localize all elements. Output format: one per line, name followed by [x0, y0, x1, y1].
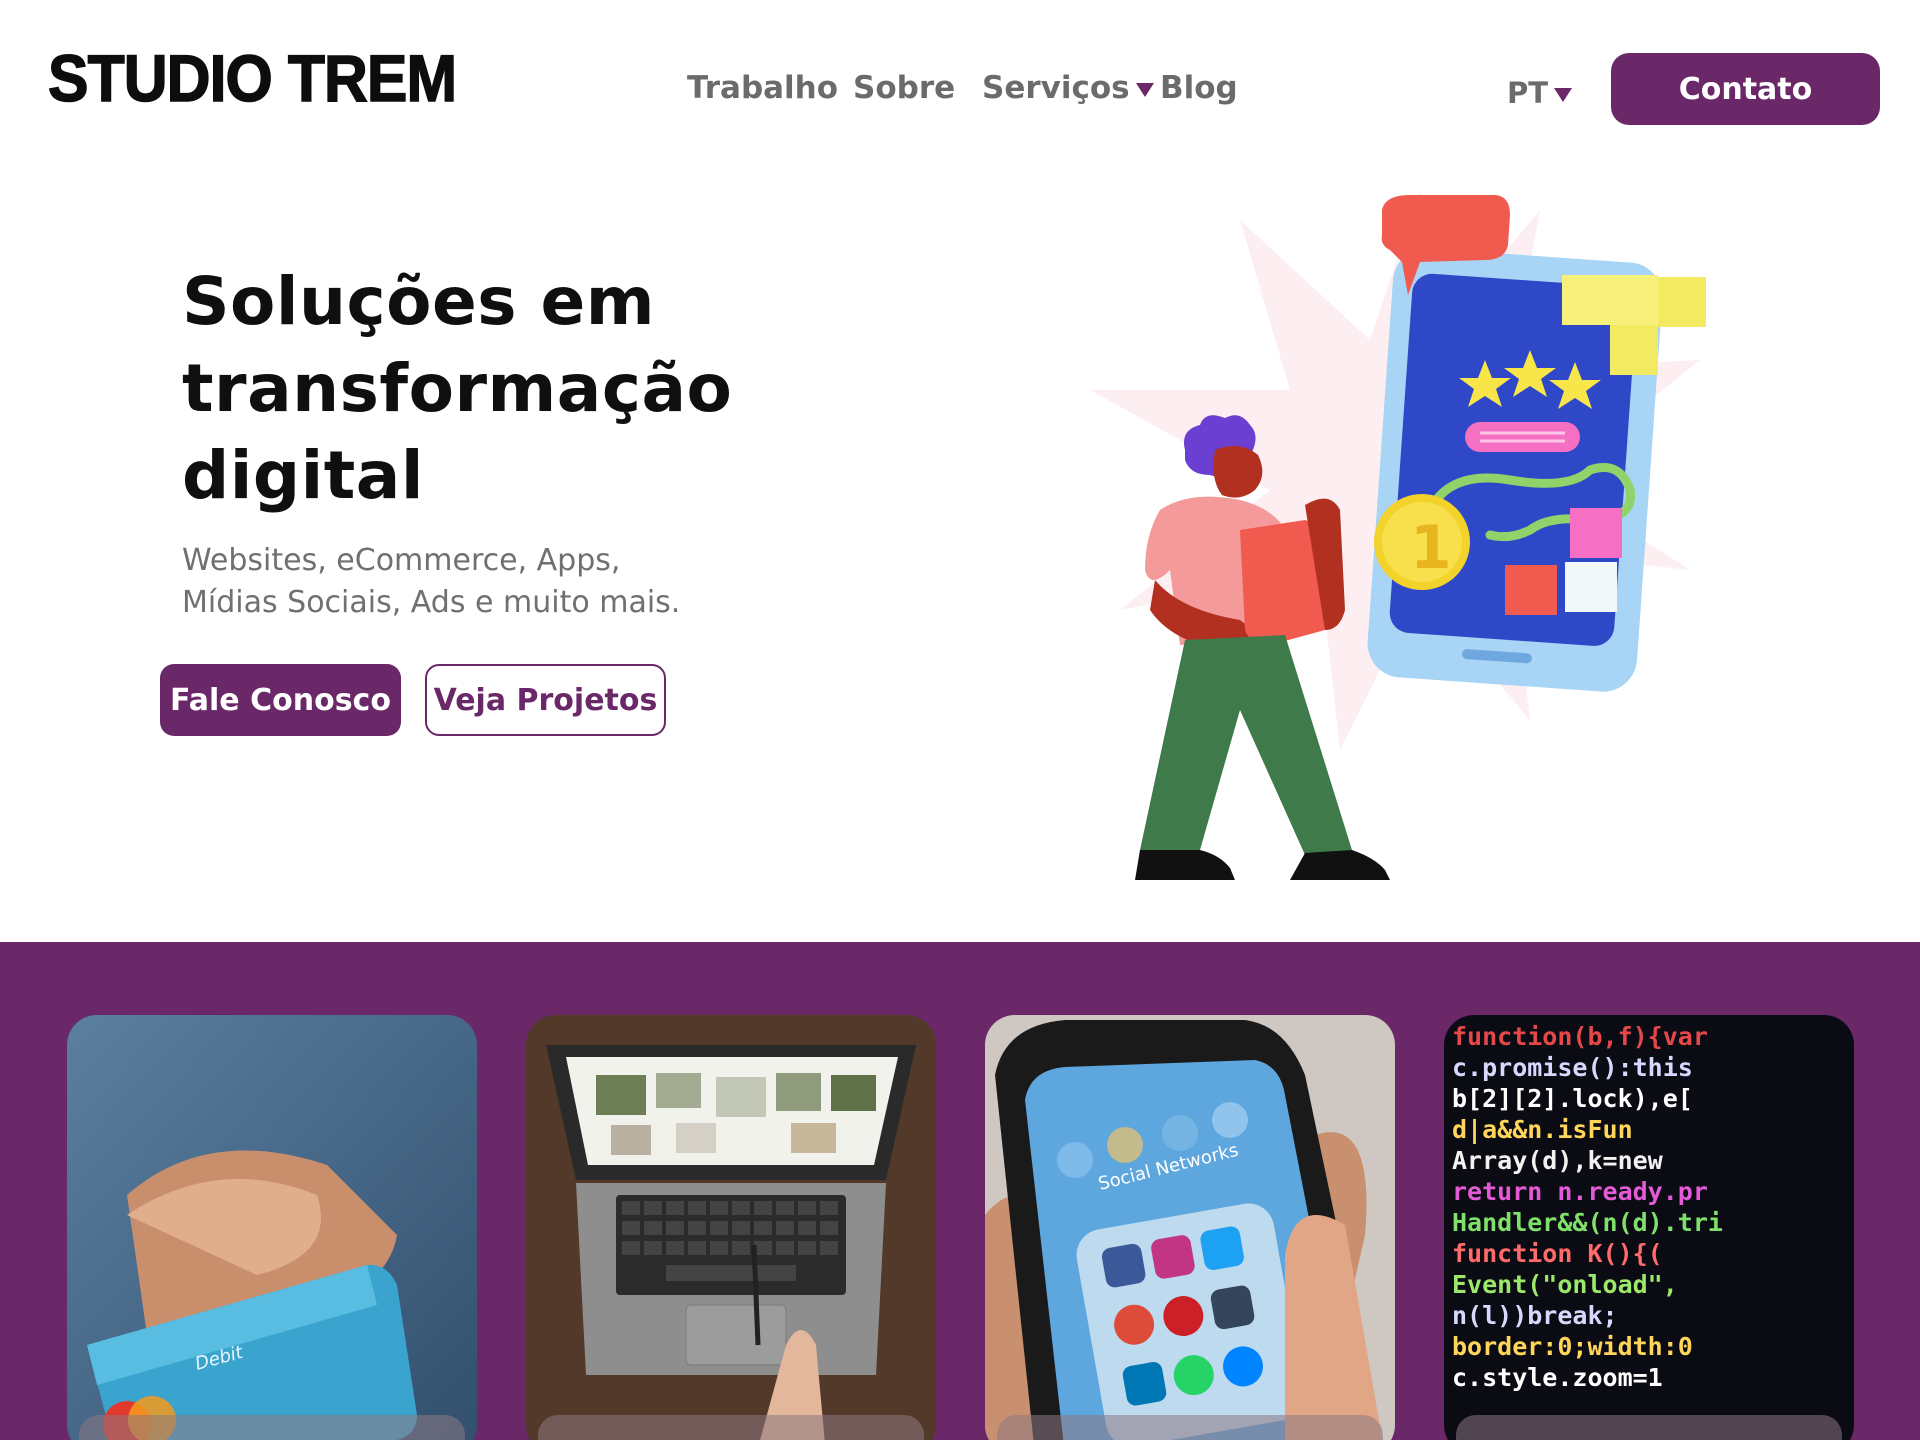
- coin-label: 1: [1410, 513, 1452, 583]
- card-caption: [997, 1415, 1383, 1440]
- card-caption: [538, 1415, 924, 1440]
- code-line: function K(){(: [1452, 1239, 1663, 1268]
- service-card-development[interactable]: function(b,f){var c.promise():this b[2][…: [1444, 1015, 1854, 1440]
- service-card-ecommerce[interactable]: Debit: [67, 1015, 477, 1440]
- site-logo[interactable]: STUDIO TREM: [47, 40, 457, 116]
- hero-subtitle-line: Mídias Sociais, Ads e muito mais.: [182, 585, 681, 620]
- nav-item-servicos-label: Serviços: [982, 70, 1130, 106]
- contact-us-button[interactable]: Fale Conosco: [160, 664, 401, 736]
- nav-item-blog[interactable]: Blog: [1160, 70, 1238, 106]
- white-square-shape: [1565, 562, 1617, 612]
- service-card-websites[interactable]: [526, 1015, 936, 1440]
- code-line: return n.ready.pr: [1452, 1177, 1708, 1206]
- card-image-social: Social Networks: [985, 1015, 1395, 1440]
- yellow-block-shape: [1610, 325, 1658, 375]
- card-caption: [1456, 1415, 1842, 1440]
- hero-subtitle-line: Websites, eCommerce, Apps,: [182, 543, 621, 578]
- tumblr-icon: [1210, 1285, 1255, 1330]
- chevron-down-icon: [1554, 88, 1573, 102]
- code-line: Event("onload",: [1452, 1270, 1678, 1299]
- instagram-icon: [1151, 1235, 1195, 1279]
- site-header: STUDIO TREM Trabalho Sobre Serviços Blog…: [0, 0, 1920, 180]
- service-card-social-media[interactable]: Social Networks: [985, 1015, 1395, 1440]
- code-block: function(b,f){var c.promise():this b[2][…: [1444, 1015, 1854, 1440]
- hero-title: Soluções em transformação digital: [182, 258, 802, 519]
- person-face-shape: [1213, 446, 1263, 498]
- twitter-icon: [1200, 1226, 1244, 1270]
- card-image-payment: Debit: [67, 1015, 477, 1440]
- facebook-icon: [1101, 1243, 1146, 1288]
- contact-button[interactable]: Contato: [1611, 53, 1880, 125]
- pink-pill-shape: [1465, 422, 1580, 452]
- yellow-block-shape: [1562, 275, 1610, 325]
- card-image-laptop: [526, 1015, 936, 1440]
- code-line: Array(d),k=new: [1452, 1146, 1663, 1175]
- yellow-block-shape: [1610, 275, 1658, 325]
- hero-illustration: 1: [1090, 190, 1706, 880]
- code-line: c.style.zoom=1: [1452, 1363, 1663, 1392]
- language-label: PT: [1507, 76, 1549, 110]
- nav-item-sobre[interactable]: Sobre: [853, 70, 955, 106]
- code-line: c.promise():this: [1452, 1053, 1693, 1082]
- shoe-shape: [1135, 850, 1235, 880]
- yellow-block-shape: [1658, 277, 1706, 327]
- code-line: n(l))break;: [1452, 1301, 1618, 1330]
- code-line: border:0;width:0: [1452, 1332, 1693, 1361]
- shoe-shape: [1290, 850, 1390, 880]
- nav-item-servicos[interactable]: Serviços: [982, 70, 1154, 106]
- pink-square-shape: [1570, 508, 1622, 558]
- trackpad-shape: [685, 1304, 787, 1366]
- nav-item-trabalho[interactable]: Trabalho: [687, 70, 838, 106]
- code-line: function(b,f){var: [1452, 1022, 1708, 1051]
- code-line: d|a&&n.isFun: [1452, 1115, 1633, 1144]
- language-selector[interactable]: PT: [1507, 76, 1573, 110]
- red-square-shape: [1505, 565, 1557, 615]
- hero-title-line: transformação: [182, 350, 733, 427]
- view-projects-button[interactable]: Veja Projetos: [425, 664, 666, 736]
- hero-title-line: digital: [182, 437, 424, 514]
- card-caption: [79, 1415, 465, 1440]
- linkedin-icon: [1122, 1362, 1167, 1406]
- code-line: b[2][2].lock),e[: [1452, 1084, 1693, 1113]
- person-pants-shape: [1140, 635, 1352, 855]
- chevron-down-icon: [1135, 82, 1154, 97]
- hero-subtitle: Websites, eCommerce, Apps, Mídias Sociai…: [182, 540, 802, 624]
- code-line: Handler&&(n(d).tri: [1452, 1208, 1723, 1237]
- hero-title-line: Soluções em: [182, 263, 656, 340]
